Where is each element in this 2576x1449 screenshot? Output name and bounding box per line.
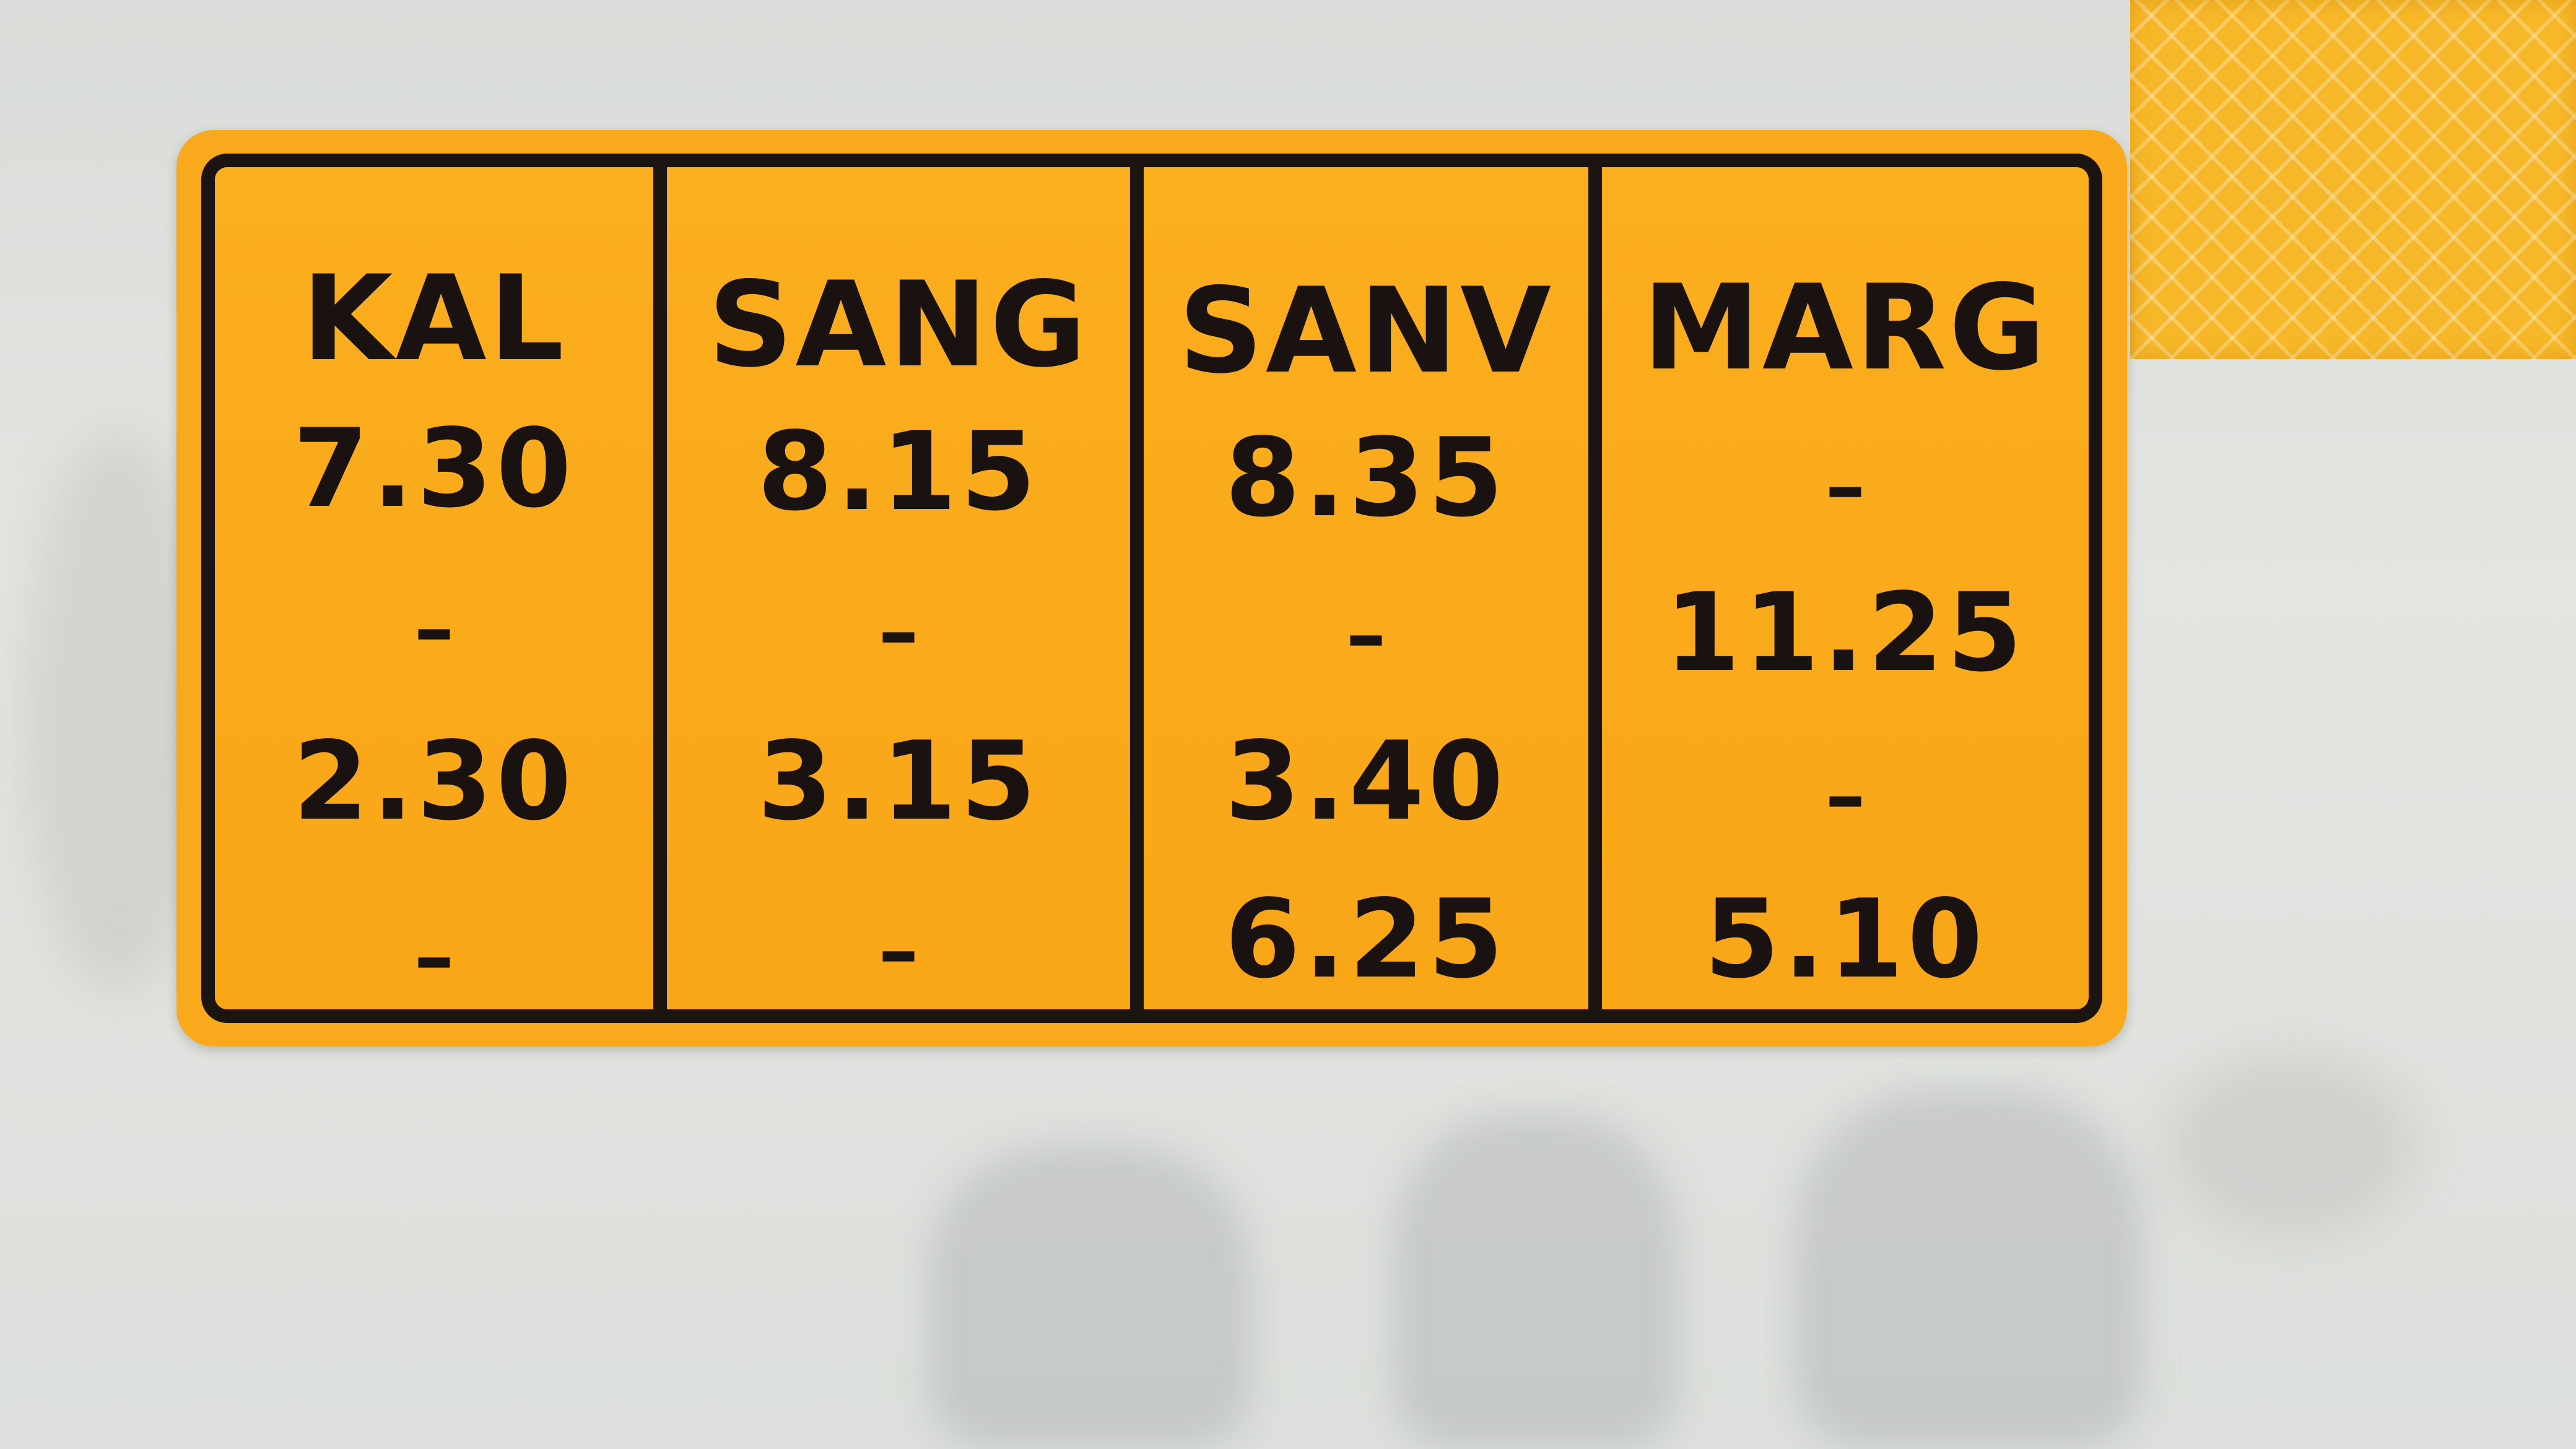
shadow xyxy=(1393,1115,1678,1449)
time-cell: 5.10 xyxy=(1704,877,1986,1003)
column-label: SANG xyxy=(708,256,1089,393)
dash-cell: – xyxy=(878,585,919,679)
column-sang: SANG 8.15 – 3.15 – xyxy=(667,167,1144,1009)
dash-cell: – xyxy=(414,581,455,676)
column-label: MARG xyxy=(1642,259,2048,396)
dash-cell: – xyxy=(414,910,455,1004)
shadow xyxy=(1796,1090,2143,1449)
dash-cell: – xyxy=(1825,439,1866,533)
dash-cell: – xyxy=(1825,749,1866,843)
time-cell: 6.25 xyxy=(1225,877,1507,1003)
time-cell: 8.35 xyxy=(1225,416,1507,541)
column-kal: KAL 7.30 – 2.30 – xyxy=(215,167,667,1009)
time-cell: 11.25 xyxy=(1664,570,2026,696)
time-cell: 8.15 xyxy=(757,409,1040,535)
column-sanv: SANV 8.35 – 3.40 6.25 xyxy=(1144,167,1602,1009)
reflective-strip xyxy=(2130,0,2576,359)
time-cell: 3.15 xyxy=(757,719,1040,845)
column-label: SANV xyxy=(1178,263,1554,399)
time-cell: 3.40 xyxy=(1225,719,1507,845)
column-marg: MARG – 11.25 – 5.10 xyxy=(1602,167,2089,1009)
sign-frame: KAL 7.30 – 2.30 – SANG 8.15 – 3.15 – SAN… xyxy=(201,154,2102,1023)
dash-cell: – xyxy=(1346,588,1386,682)
wall-stain xyxy=(2167,1053,2415,1238)
time-cell: 2.30 xyxy=(293,719,575,845)
column-label: KAL xyxy=(302,250,567,387)
time-cell: 7.30 xyxy=(293,406,575,532)
shadow xyxy=(929,1146,1251,1449)
timetable-sign: KAL 7.30 – 2.30 – SANG 8.15 – 3.15 – SAN… xyxy=(176,130,2127,1046)
dash-cell: – xyxy=(878,903,919,998)
